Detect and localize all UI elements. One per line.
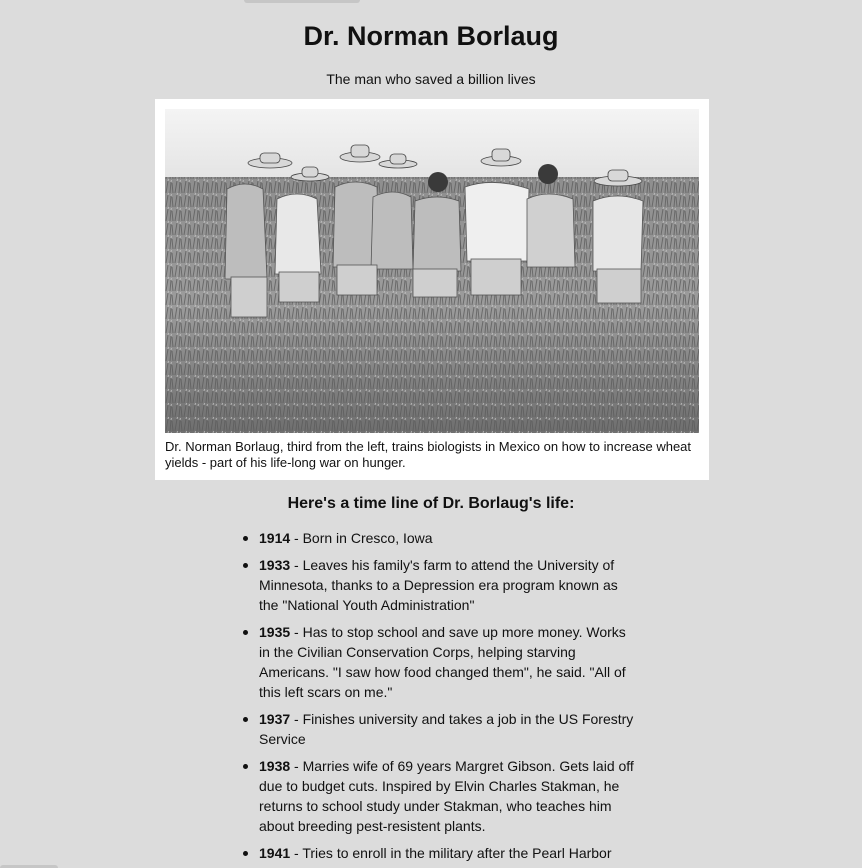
timeline-item: 1933 - Leaves his family's farm to atten… [243, 555, 639, 615]
timeline-text: - Born in Cresco, Iowa [290, 530, 433, 546]
timeline-heading: Here's a time line of Dr. Borlaug's life… [287, 495, 575, 512]
timeline-text: - Tries to enroll in the military after … [290, 845, 612, 861]
timeline-item: 1935 - Has to stop school and save up mo… [243, 622, 639, 702]
timeline-text: - Leaves his family's farm to attend the… [259, 557, 618, 613]
bullet-icon [243, 563, 248, 568]
bullet-icon [243, 536, 248, 541]
timeline-list: 1914 - Born in Cresco, Iowa 1933 - Leave… [243, 528, 639, 868]
timeline-item: 1937 - Finishes university and takes a j… [243, 709, 639, 749]
timeline-text: - Marries wife of 69 years Margret Gibso… [259, 758, 634, 834]
timeline-item: 1938 - Marries wife of 69 years Margret … [243, 756, 639, 836]
timeline-year: 1935 [259, 624, 291, 640]
borlaug-field-photo [165, 109, 699, 433]
bullet-icon [243, 764, 248, 769]
top-scroll-sliver [244, 0, 360, 3]
wheat-field-photo-image [165, 109, 699, 433]
bullet-icon [243, 717, 248, 722]
page-title: Dr. Norman Borlaug [303, 21, 559, 51]
timeline-year: 1941 [259, 845, 291, 861]
photo-caption: Dr. Norman Borlaug, third from the left,… [165, 439, 692, 470]
timeline-year: 1938 [259, 758, 291, 774]
bullet-icon [243, 630, 248, 635]
timeline-item: 1941 - Tries to enroll in the military a… [243, 843, 639, 863]
bullet-icon [243, 851, 248, 856]
timeline-year: 1933 [259, 557, 291, 573]
timeline-text: - Finishes university and takes a job in… [259, 711, 634, 747]
page-subtitle: The man who saved a billion lives [326, 71, 536, 87]
photo-figure: Dr. Norman Borlaug, third from the left,… [155, 99, 709, 480]
page: Dr. Norman Borlaug The man who saved a b… [0, 0, 862, 868]
timeline-text: - Has to stop school and save up more mo… [259, 624, 626, 700]
timeline-year: 1914 [259, 530, 291, 546]
timeline-item: 1914 - Born in Cresco, Iowa [243, 528, 639, 548]
timeline-year: 1937 [259, 711, 291, 727]
